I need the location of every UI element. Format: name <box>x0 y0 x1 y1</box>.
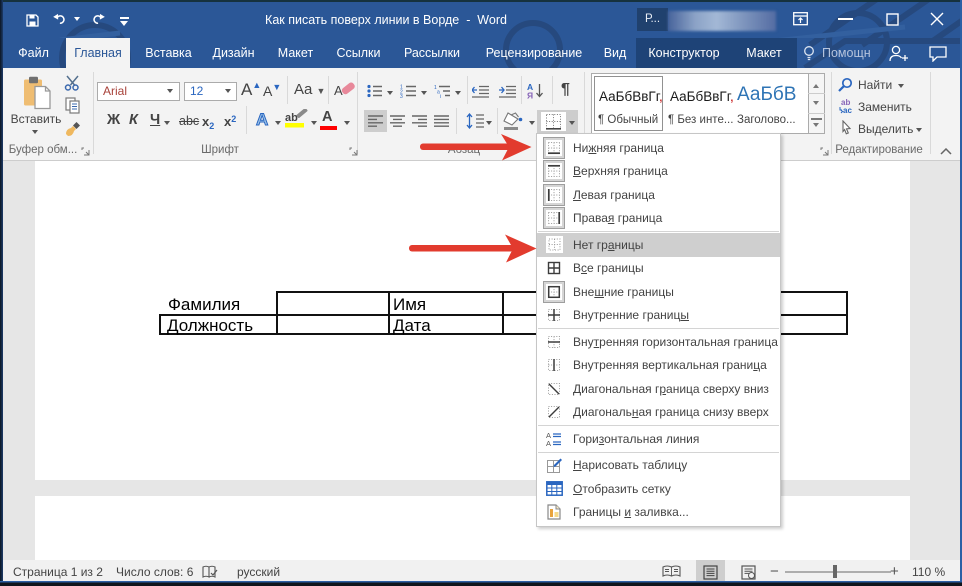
svg-text:ab: ab <box>285 112 298 124</box>
svg-text:A: A <box>546 439 551 447</box>
svg-text:ac: ac <box>843 106 852 114</box>
svg-text:Я: Я <box>527 91 533 100</box>
svg-text:3: 3 <box>400 94 403 98</box>
svg-text:A: A <box>334 83 343 98</box>
svg-text:i: i <box>440 94 441 98</box>
